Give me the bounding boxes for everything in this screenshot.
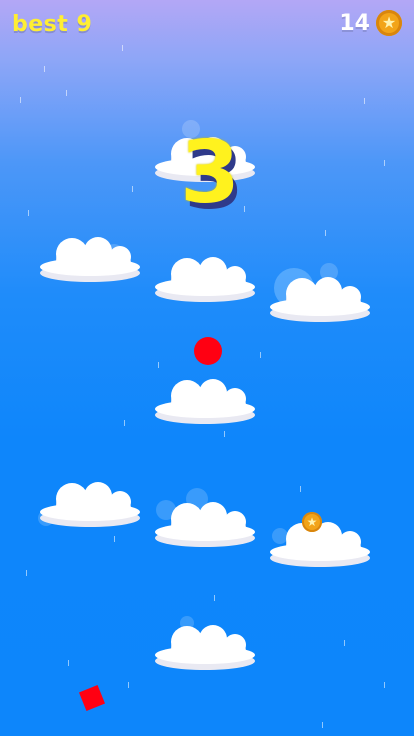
coin-pickup-icon: ★ [302,512,322,532]
raindrop [384,682,385,688]
cloud-shape [40,237,140,282]
raindrop [66,90,67,96]
raindrop [44,66,45,72]
raindrop [384,160,385,166]
raindrop [344,640,345,646]
raindrop [122,45,123,51]
coin-count: 14 [339,10,370,36]
best-score: best 9 [12,12,93,37]
raindrop [260,352,261,358]
cloud-shape [155,379,255,424]
raindrop [26,570,27,576]
raindrop [132,186,133,192]
cloud-shape [40,482,140,527]
cloud-shape [155,502,255,547]
cloud-shape [270,277,370,322]
raindrop [28,210,29,216]
raindrop [20,97,21,103]
raindrop [158,362,159,368]
cloud-platform [153,250,257,302]
cloud-platform [38,230,142,282]
coin-counter: 14 ★ [339,10,402,36]
red-square-obstacle [78,684,106,712]
raindrop [124,420,125,426]
raindrop [300,486,301,492]
cloud-shape [155,625,255,670]
raindrop [114,536,115,542]
cloud-platform [153,618,257,670]
raindrop [322,722,323,728]
raindrop [364,98,365,104]
raindrop [214,595,215,601]
raindrop [128,682,129,688]
cloud-platform [153,495,257,547]
star-coin-icon: ★ [376,10,402,36]
raindrop [68,660,69,666]
player-ball[interactable] [194,337,222,365]
cloud-shape [155,257,255,302]
countdown-number: 3 [180,123,240,223]
raindrop [224,431,225,437]
cloud-platform [153,372,257,424]
cloud-platform [38,475,142,527]
cloud-platform [268,270,372,322]
raindrop [325,230,326,236]
